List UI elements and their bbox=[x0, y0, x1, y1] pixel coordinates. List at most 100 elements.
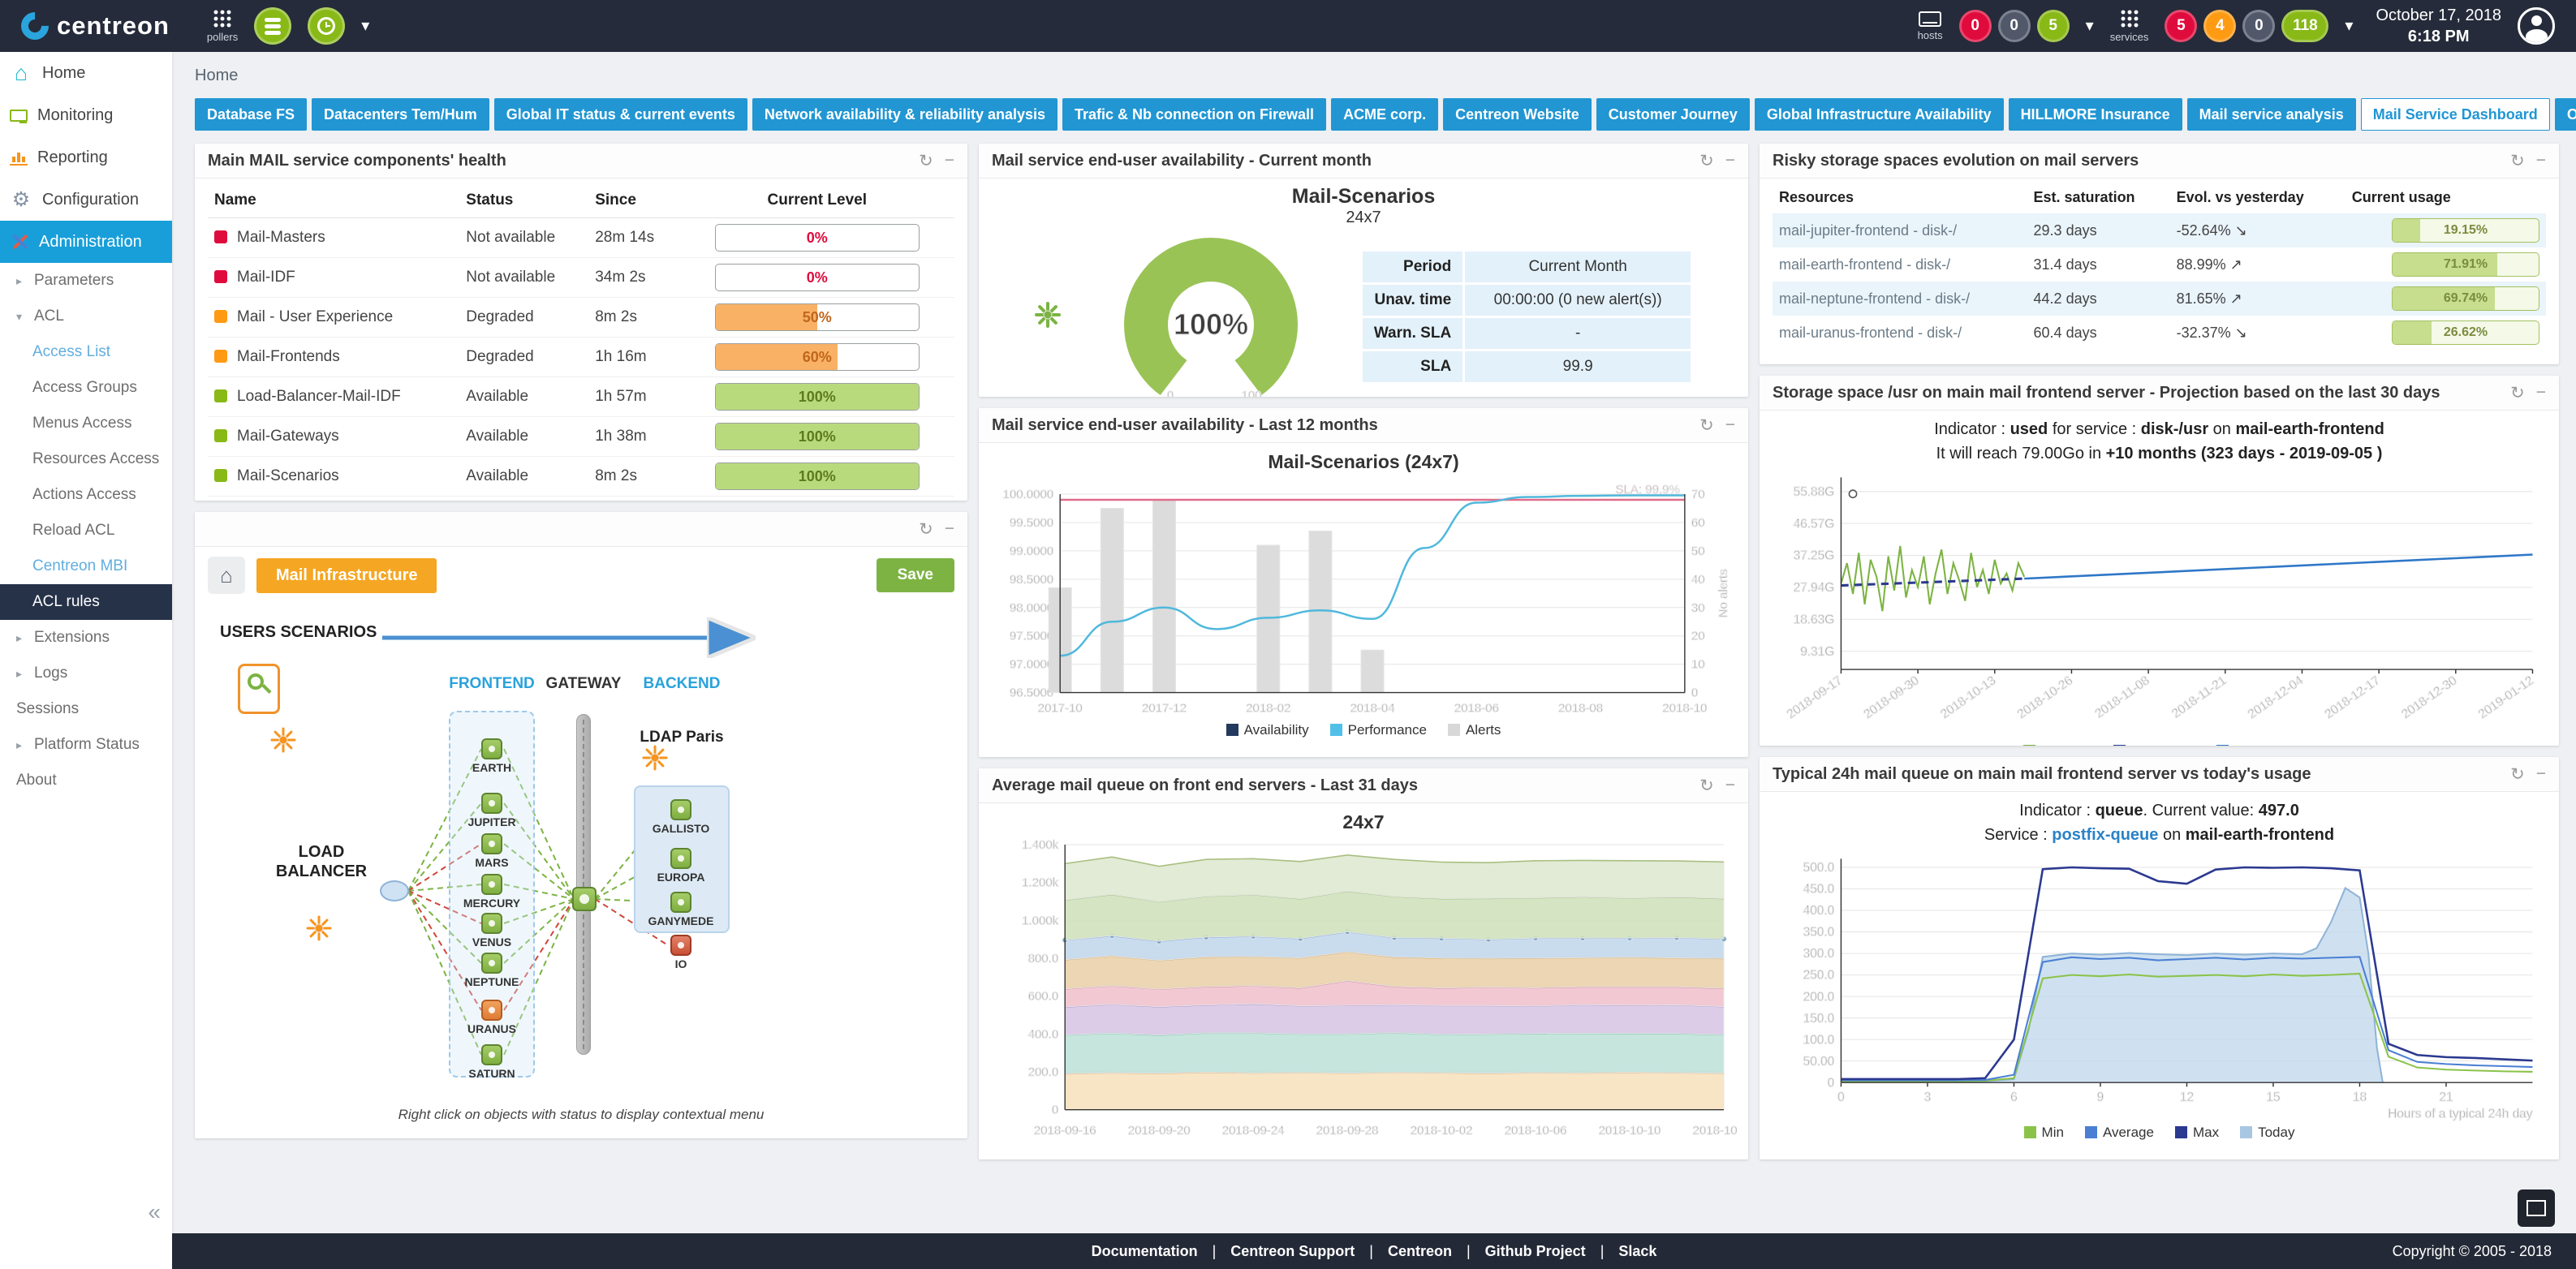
table-row[interactable]: Load-Balancer-Mail-IDFAvailable1h 57m100… bbox=[208, 377, 954, 417]
footer-link-centreon-support[interactable]: Centreon Support bbox=[1230, 1243, 1355, 1260]
centreon-logo[interactable]: centreon bbox=[21, 11, 170, 41]
pollers-menu[interactable]: pollers bbox=[207, 9, 238, 43]
services-status-menu[interactable]: services bbox=[2110, 9, 2149, 43]
table-row[interactable]: mail-neptune-frontend - disk-/44.2 days8… bbox=[1773, 282, 2546, 316]
table-row[interactable]: Mail-GatewaysAvailable1h 38m100% bbox=[208, 417, 954, 457]
refresh-icon[interactable] bbox=[2510, 383, 2525, 403]
table-row[interactable]: Mail-MastersNot available28m 14s0% bbox=[208, 218, 954, 258]
table-row[interactable]: Mail-FrontendsDegraded1h 16m60% bbox=[208, 338, 954, 377]
sidebar-item-centreon-mbi[interactable]: Centreon MBI bbox=[0, 548, 172, 584]
tab-mail-service-analysis[interactable]: Mail service analysis bbox=[2187, 98, 2356, 131]
tab-customer-journey[interactable]: Customer Journey bbox=[1596, 98, 1750, 131]
table-row[interactable]: mail-uranus-frontend - disk-/60.4 days-3… bbox=[1773, 316, 2546, 350]
footer-link-slack[interactable]: Slack bbox=[1618, 1243, 1656, 1260]
host-status-badge[interactable]: 0 bbox=[1998, 10, 2031, 42]
sidebar-item-sessions[interactable]: Sessions bbox=[0, 691, 172, 727]
collapse-icon[interactable] bbox=[945, 519, 954, 540]
node-mercury[interactable] bbox=[481, 874, 502, 895]
save-button[interactable]: Save bbox=[877, 558, 954, 592]
node-uranus[interactable] bbox=[481, 1000, 502, 1021]
sidebar-item-logs[interactable]: Logs bbox=[0, 656, 172, 691]
sidebar-collapse-button[interactable]: « bbox=[148, 1199, 161, 1225]
sidebar-item-acl-rules[interactable]: ACL rules bbox=[0, 584, 172, 620]
tab-hillmore-insurance[interactable]: HILLMORE Insurance bbox=[2009, 98, 2182, 131]
host-status-badge[interactable]: 5 bbox=[2037, 10, 2070, 42]
tab-centreon-website[interactable]: Centreon Website bbox=[1443, 98, 1592, 131]
sidebar-item-configuration[interactable]: Configuration bbox=[0, 179, 172, 221]
node-ganymede[interactable] bbox=[670, 892, 691, 913]
footer-link-centreon[interactable]: Centreon bbox=[1388, 1243, 1452, 1260]
refresh-icon[interactable] bbox=[919, 151, 933, 171]
fullscreen-button[interactable] bbox=[2518, 1189, 2555, 1227]
sidebar-item-administration[interactable]: Administration bbox=[0, 221, 172, 263]
refresh-icon[interactable] bbox=[919, 519, 933, 540]
service-status-badge[interactable]: 118 bbox=[2281, 10, 2328, 42]
collapse-icon[interactable] bbox=[945, 151, 954, 171]
user-profile-icon[interactable] bbox=[2518, 7, 2555, 45]
table-row[interactable]: Mail-IDFNot available34m 2s0% bbox=[208, 258, 954, 298]
gateway-node[interactable] bbox=[572, 887, 597, 911]
sidebar-item-acl[interactable]: ACL bbox=[0, 299, 172, 334]
sidebar-item-parameters[interactable]: Parameters bbox=[0, 263, 172, 299]
table-row[interactable]: mail-jupiter-frontend - disk-/29.3 days-… bbox=[1773, 213, 2546, 247]
breadcrumb[interactable]: Home bbox=[195, 67, 2559, 85]
tab-global-infrastructure-availability[interactable]: Global Infrastructure Availability bbox=[1755, 98, 2004, 131]
tab-database-fs[interactable]: Database FS bbox=[195, 98, 307, 131]
refresh-icon[interactable] bbox=[1699, 415, 1714, 436]
map-home-button[interactable] bbox=[208, 557, 245, 594]
refresh-icon[interactable] bbox=[1699, 151, 1714, 171]
table-row[interactable]: Mail-ScenariosAvailable8m 2s100% bbox=[208, 457, 954, 497]
footer-link-github-project[interactable]: Github Project bbox=[1485, 1243, 1586, 1260]
service-status-badge[interactable]: 0 bbox=[2242, 10, 2275, 42]
collapse-icon[interactable] bbox=[1725, 415, 1735, 436]
refresh-icon[interactable] bbox=[2510, 764, 2525, 785]
node-saturn[interactable] bbox=[481, 1044, 502, 1065]
load-balancer-node[interactable] bbox=[380, 880, 409, 901]
tab-global-it-status-current-events[interactable]: Global IT status & current events bbox=[494, 98, 747, 131]
collapse-icon[interactable] bbox=[2536, 383, 2546, 403]
table-row[interactable]: Mail-BackendsAvailable56m 11s100% bbox=[208, 497, 954, 501]
sidebar-item-resources-access[interactable]: Resources Access bbox=[0, 441, 172, 477]
tab-open-tickets[interactable]: Open Tickets bbox=[2555, 98, 2576, 131]
node-europa[interactable] bbox=[670, 848, 691, 869]
node-earth[interactable] bbox=[481, 738, 502, 759]
node-gallisto[interactable] bbox=[670, 799, 691, 820]
sidebar-item-home[interactable]: Home bbox=[0, 52, 172, 94]
service-status-badge[interactable]: 5 bbox=[2165, 10, 2197, 42]
tab-acme-corp[interactable]: ACME corp. bbox=[1331, 98, 1438, 131]
collapse-icon[interactable] bbox=[2536, 764, 2546, 785]
sidebar-item-reload-acl[interactable]: Reload ACL bbox=[0, 513, 172, 548]
node-io[interactable] bbox=[670, 935, 691, 956]
collapse-icon[interactable] bbox=[2536, 151, 2546, 171]
collapse-icon[interactable] bbox=[1725, 776, 1735, 796]
collapse-icon[interactable] bbox=[1725, 151, 1735, 171]
sidebar-item-extensions[interactable]: Extensions bbox=[0, 620, 172, 656]
table-row[interactable]: Mail - User ExperienceDegraded8m 2s50% bbox=[208, 298, 954, 338]
refresh-icon[interactable] bbox=[1699, 776, 1714, 796]
tab-datacenters-tem-hum[interactable]: Datacenters Tem/Hum bbox=[312, 98, 489, 131]
sidebar-item-monitoring[interactable]: Monitoring bbox=[0, 94, 172, 136]
node-neptune[interactable] bbox=[481, 953, 502, 974]
node-mars[interactable] bbox=[481, 833, 502, 854]
map-title-badge[interactable]: Mail Infrastructure bbox=[256, 558, 437, 593]
node-jupiter[interactable] bbox=[481, 793, 502, 814]
chevron-down-icon[interactable] bbox=[2086, 18, 2094, 34]
poller-latency-icon[interactable] bbox=[308, 7, 345, 45]
footer-link-documentation[interactable]: Documentation bbox=[1092, 1243, 1198, 1260]
sidebar-item-reporting[interactable]: Reporting bbox=[0, 136, 172, 179]
chevron-down-icon[interactable] bbox=[361, 18, 369, 34]
tab-mail-service-dashboard[interactable]: Mail Service Dashboard bbox=[2361, 98, 2550, 131]
refresh-icon[interactable] bbox=[2510, 151, 2525, 171]
hosts-status-menu[interactable]: hosts bbox=[1918, 11, 1943, 41]
service-status-badge[interactable]: 4 bbox=[2203, 10, 2236, 42]
sidebar-item-platform-status[interactable]: Platform Status bbox=[0, 727, 172, 763]
host-status-badge[interactable]: 0 bbox=[1959, 10, 1992, 42]
node-venus[interactable] bbox=[481, 913, 502, 934]
sidebar-item-menus-access[interactable]: Menus Access bbox=[0, 406, 172, 441]
sidebar-item-about[interactable]: About bbox=[0, 763, 172, 798]
tab-network-availability-reliability-analysis[interactable]: Network availability & reliability analy… bbox=[752, 98, 1058, 131]
poller-database-icon[interactable] bbox=[254, 7, 291, 45]
tab-trafic-nb-connection-on-firewall[interactable]: Trafic & Nb connection on Firewall bbox=[1062, 98, 1326, 131]
sidebar-item-actions-access[interactable]: Actions Access bbox=[0, 477, 172, 513]
sidebar-item-access-groups[interactable]: Access Groups bbox=[0, 370, 172, 406]
